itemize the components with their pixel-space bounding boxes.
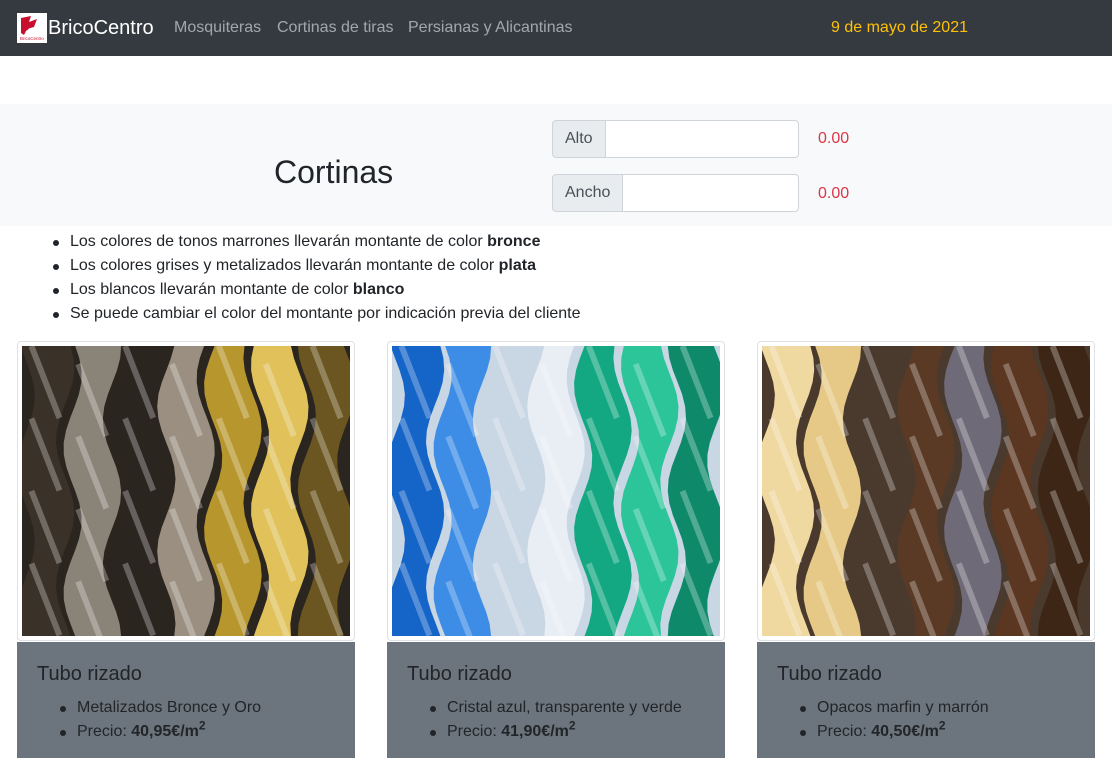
twisted-tube-ivory-brown-photo-icon xyxy=(762,346,1090,636)
card-description: Opacos marfin y marrón xyxy=(800,696,1075,720)
brand-name: BricoCentro xyxy=(48,17,154,39)
note-item: Los blancos llevarán montante de color b… xyxy=(53,278,581,302)
note-item: Los colores grises y metalizados llevará… xyxy=(53,254,581,278)
product-image xyxy=(387,341,725,641)
ancho-label: Ancho xyxy=(552,174,624,212)
note-item: Los colores de tonos marrones llevarán m… xyxy=(53,230,581,254)
alto-input-group: Alto xyxy=(552,120,799,158)
card-title: Tubo rizado xyxy=(37,663,142,685)
product-card-bronze-gold: Tubo rizado Metalizados Bronce y Oro Pre… xyxy=(17,341,355,758)
nav-link-persianas[interactable]: Persianas y Alicantinas xyxy=(408,18,573,38)
card-price: Precio: 41,90€/m2 xyxy=(430,720,705,744)
alto-input[interactable] xyxy=(605,120,799,158)
page-title: Cortinas xyxy=(274,154,394,190)
ancho-input[interactable] xyxy=(623,174,799,212)
card-title: Tubo rizado xyxy=(777,663,882,685)
card-details: Metalizados Bronce y Oro Precio: 40,95€/… xyxy=(37,696,335,744)
ancho-result: 0.00 xyxy=(818,185,850,202)
alto-result: 0.00 xyxy=(818,130,850,147)
alto-label: Alto xyxy=(552,120,606,158)
card-description: Cristal azul, transparente y verde xyxy=(430,696,705,720)
twisted-tube-blue-clear-green-photo-icon xyxy=(392,346,720,636)
svg-text:BricoCentro: BricoCentro xyxy=(20,36,44,41)
card-details: Cristal azul, transparente y verde Preci… xyxy=(407,696,705,744)
product-image xyxy=(17,341,355,641)
navbar: BricoCentro BricoCentro Mosquiteras Cort… xyxy=(0,0,1112,56)
card-body: Tubo rizado Metalizados Bronce y Oro Pre… xyxy=(17,642,355,758)
nav-link-cortinas-de-tiras[interactable]: Cortinas de tiras xyxy=(277,18,394,38)
card-body: Tubo rizado Opacos marfin y marrón Preci… xyxy=(757,642,1095,758)
card-title: Tubo rizado xyxy=(407,663,512,685)
card-price: Precio: 40,95€/m2 xyxy=(60,720,335,744)
logo-icon: BricoCentro xyxy=(17,13,47,43)
card-description: Metalizados Bronce y Oro xyxy=(60,696,335,720)
ancho-input-group: Ancho xyxy=(552,174,799,212)
product-card-blue-clear-green: Tubo rizado Cristal azul, transparente y… xyxy=(387,341,725,758)
card-price: Precio: 40,50€/m2 xyxy=(800,720,1075,744)
note-item: Se puede cambiar el color del montante p… xyxy=(53,302,581,326)
notes-list: Los colores de tonos marrones llevarán m… xyxy=(53,230,581,326)
twisted-tube-bronze-gold-photo-icon xyxy=(22,346,350,636)
card-details: Opacos marfin y marrón Precio: 40,50€/m2 xyxy=(777,696,1075,744)
product-image xyxy=(757,341,1095,641)
card-body: Tubo rizado Cristal azul, transparente y… xyxy=(387,642,725,758)
brand-link[interactable]: BricoCentro BricoCentro xyxy=(17,13,154,43)
product-card-ivory-brown: Tubo rizado Opacos marfin y marrón Preci… xyxy=(757,341,1095,758)
nav-link-mosquiteras[interactable]: Mosquiteras xyxy=(174,18,261,38)
nav-date: 9 de mayo de 2021 xyxy=(831,19,968,36)
